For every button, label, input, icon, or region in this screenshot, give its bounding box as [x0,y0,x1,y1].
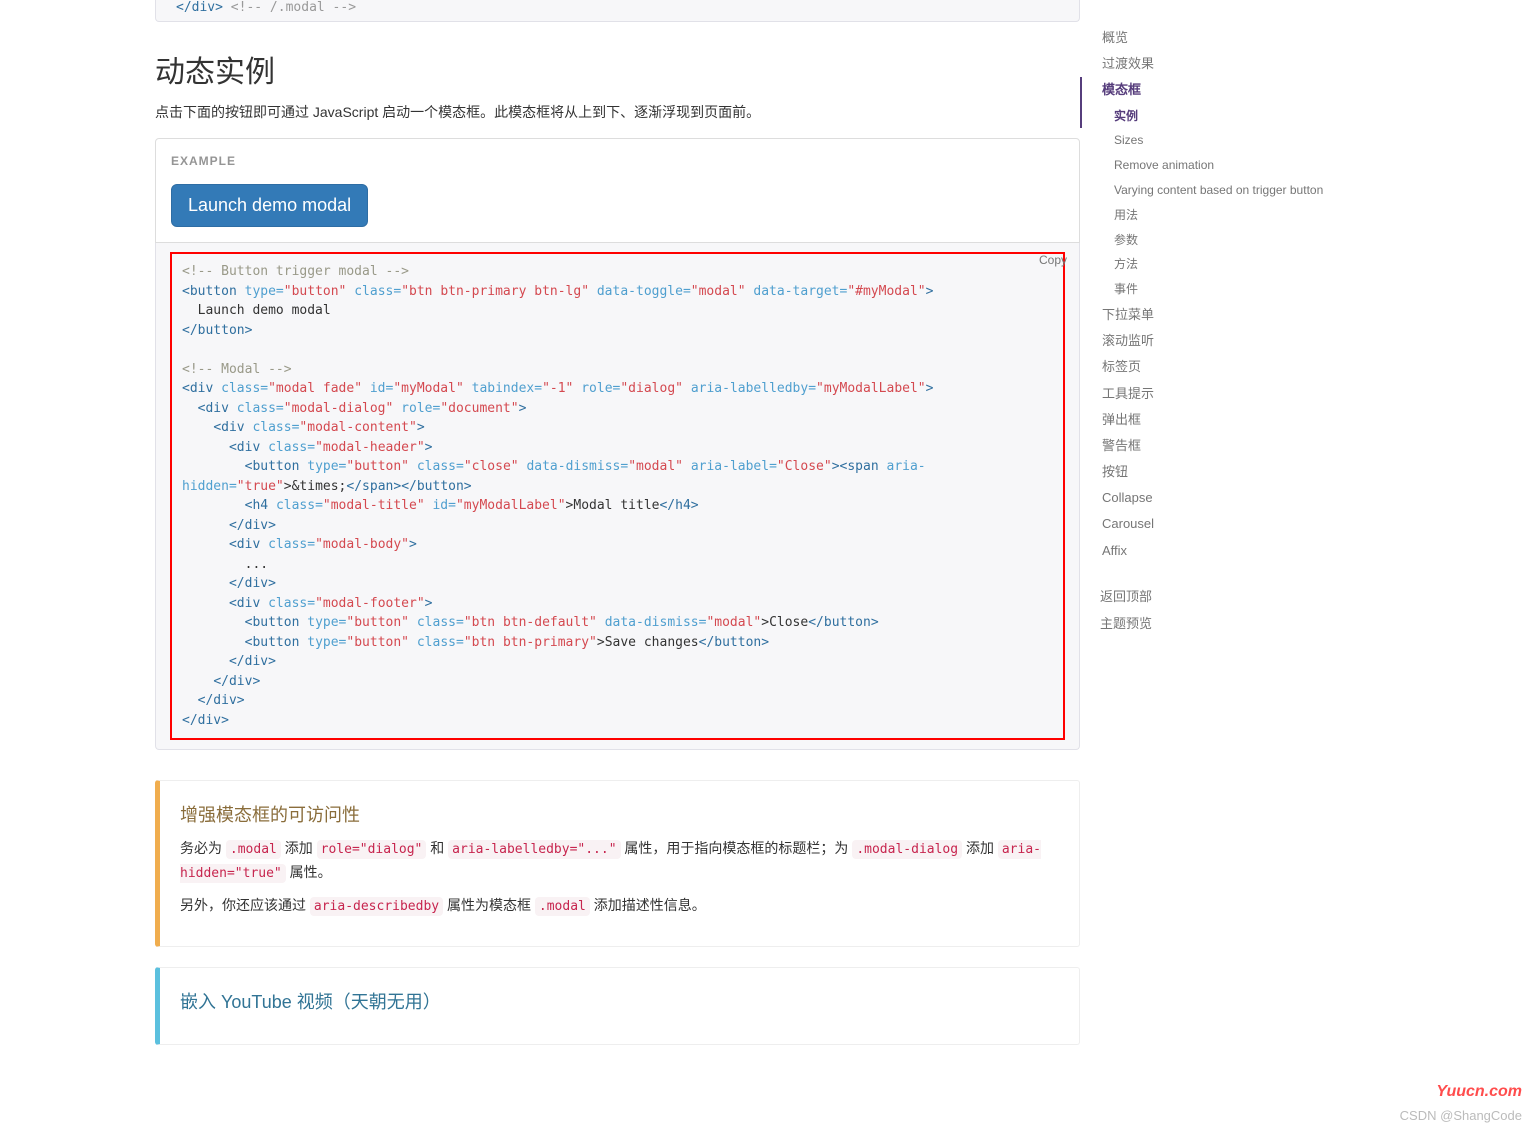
callout-text: 务必为 .modal 添加 role="dialog" 和 aria-label… [180,837,1059,885]
callout-youtube: 嵌入 YouTube 视频（天朝无用） [155,967,1080,1045]
section-lead: 点击下面的按钮即可通过 JavaScript 启动一个模态框。此模态框将从上到下… [155,101,1080,123]
nav-item[interactable]: 方法 [1080,252,1350,277]
section-title: 动态实例 [155,47,1080,91]
example-box: EXAMPLE Launch demo modal [155,138,1080,243]
launch-demo-button[interactable]: Launch demo modal [171,184,368,227]
code-inline: .modal [226,840,281,859]
nav-item[interactable]: 按钮 [1080,459,1350,485]
sidebar-nav: 概览过渡效果模态框实例SizesRemove animationVarying … [1080,0,1350,1105]
nav-item[interactable]: Carousel [1080,511,1350,537]
nav-item[interactable]: 事件 [1080,277,1350,302]
code-pre: <!-- Button trigger modal --> <button ty… [182,262,1053,730]
nav-item[interactable]: 工具提示 [1080,381,1350,407]
code-inline: .modal [535,897,590,916]
code-highlight-box: <!-- Button trigger modal --> <button ty… [170,252,1065,740]
nav-item[interactable]: 用法 [1080,203,1350,228]
copy-button[interactable]: Copy [1039,253,1067,267]
theme-preview-link[interactable]: 主题预览 [1080,609,1350,636]
code-inline: aria-describedby [310,897,443,916]
code-inline: role="dialog" [317,840,427,859]
brand-watermark: Yuucn.com [1436,1083,1522,1101]
callout-title: 嵌入 YouTube 视频（天朝无用） [180,988,1059,1014]
callout-accessibility: 增强模态框的可访问性 务必为 .modal 添加 role="dialog" 和… [155,780,1080,946]
nav-item[interactable]: 实例 [1080,104,1350,129]
code-block: Copy <!-- Button trigger modal --> <butt… [155,243,1080,750]
example-label: EXAMPLE [171,154,236,168]
nav-item[interactable]: Collapse [1080,485,1350,511]
code-inline: aria-labelledby="..." [448,840,620,859]
csdn-watermark: CSDN @ShangCode [1400,1108,1522,1123]
nav-list: 概览过渡效果模态框实例SizesRemove animationVarying … [1080,25,1350,564]
nav-item[interactable]: 参数 [1080,228,1350,253]
nav-item[interactable]: 弹出框 [1080,407,1350,433]
nav-item[interactable]: 模态框 [1080,77,1350,103]
main-content: </div> <!-- /.modal --> 动态实例 点击下面的按钮即可通过… [0,0,1080,1105]
nav-item[interactable]: 标签页 [1080,354,1350,380]
code-comment: <!-- /.modal --> [231,0,356,15]
nav-item[interactable]: Affix [1080,538,1350,564]
code-text: </div> [176,0,223,15]
back-to-top-link[interactable]: 返回顶部 [1080,582,1350,609]
nav-item[interactable]: Sizes [1080,128,1350,153]
nav-item[interactable]: Remove animation [1080,153,1350,178]
callout-title: 增强模态框的可访问性 [180,801,1059,827]
nav-item[interactable]: 过渡效果 [1080,51,1350,77]
nav-item[interactable]: 概览 [1080,25,1350,51]
nav-item[interactable]: 下拉菜单 [1080,302,1350,328]
nav-item[interactable]: 滚动监听 [1080,328,1350,354]
truncated-code-top: </div> <!-- /.modal --> [155,0,1080,22]
nav-item[interactable]: 警告框 [1080,433,1350,459]
code-inline: .modal-dialog [852,840,962,859]
callout-text: 另外，你还应该通过 aria-describedby 属性为模态框 .modal… [180,894,1059,918]
nav-item[interactable]: Varying content based on trigger button [1080,178,1350,203]
